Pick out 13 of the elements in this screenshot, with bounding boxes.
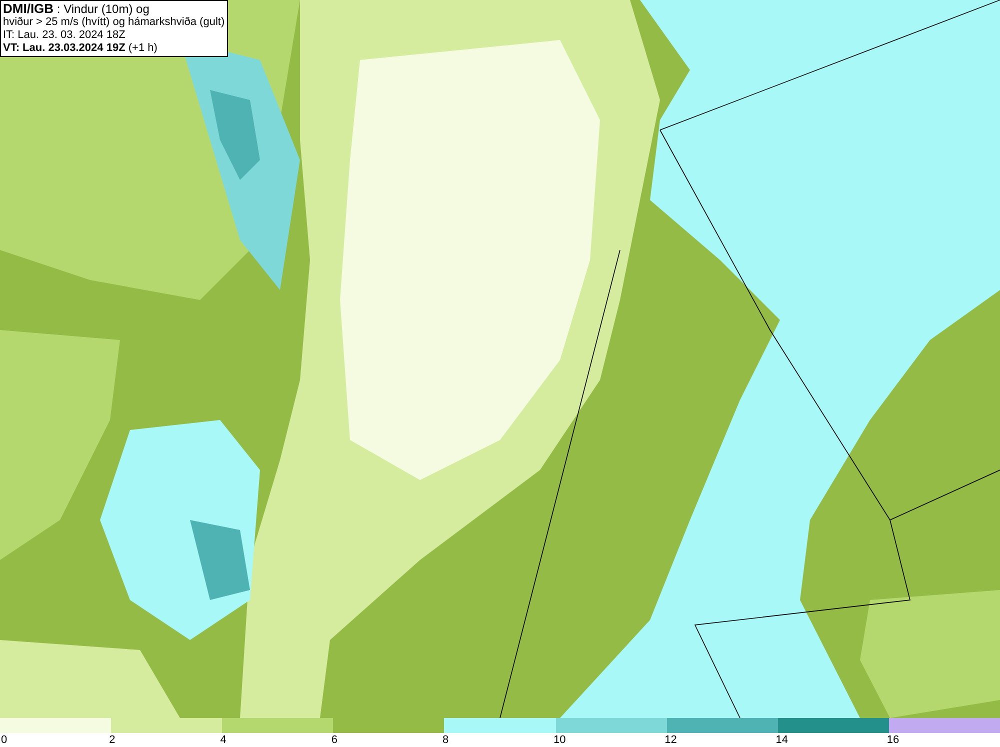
legend-tick-label: 12 [664, 733, 677, 747]
legend-tick-label: 0 [1, 733, 8, 747]
legend-tick-label: 16 [886, 733, 900, 747]
legend-tick-label: 6 [331, 733, 338, 747]
map-subtitle: hviður > 25 m/s (hvítt) og hámarkshviða (gult) [3, 16, 225, 29]
map-subtitle: IT: Lau. 23. 03. 2024 18Z [3, 29, 126, 42]
legend-tick-label: 8 [442, 733, 449, 747]
legend-tick-label: 14 [776, 733, 788, 747]
legend-tick-label: 2 [109, 733, 116, 747]
map-title: DMI/IGB : Vindur (10m) og [3, 2, 150, 16]
map-subtitle: VT: Lau. 23.03.2024 19Z (+1 h) [3, 42, 158, 55]
legend-tick-label: 10 [554, 733, 566, 747]
legend-tick-label: 4 [220, 733, 226, 747]
